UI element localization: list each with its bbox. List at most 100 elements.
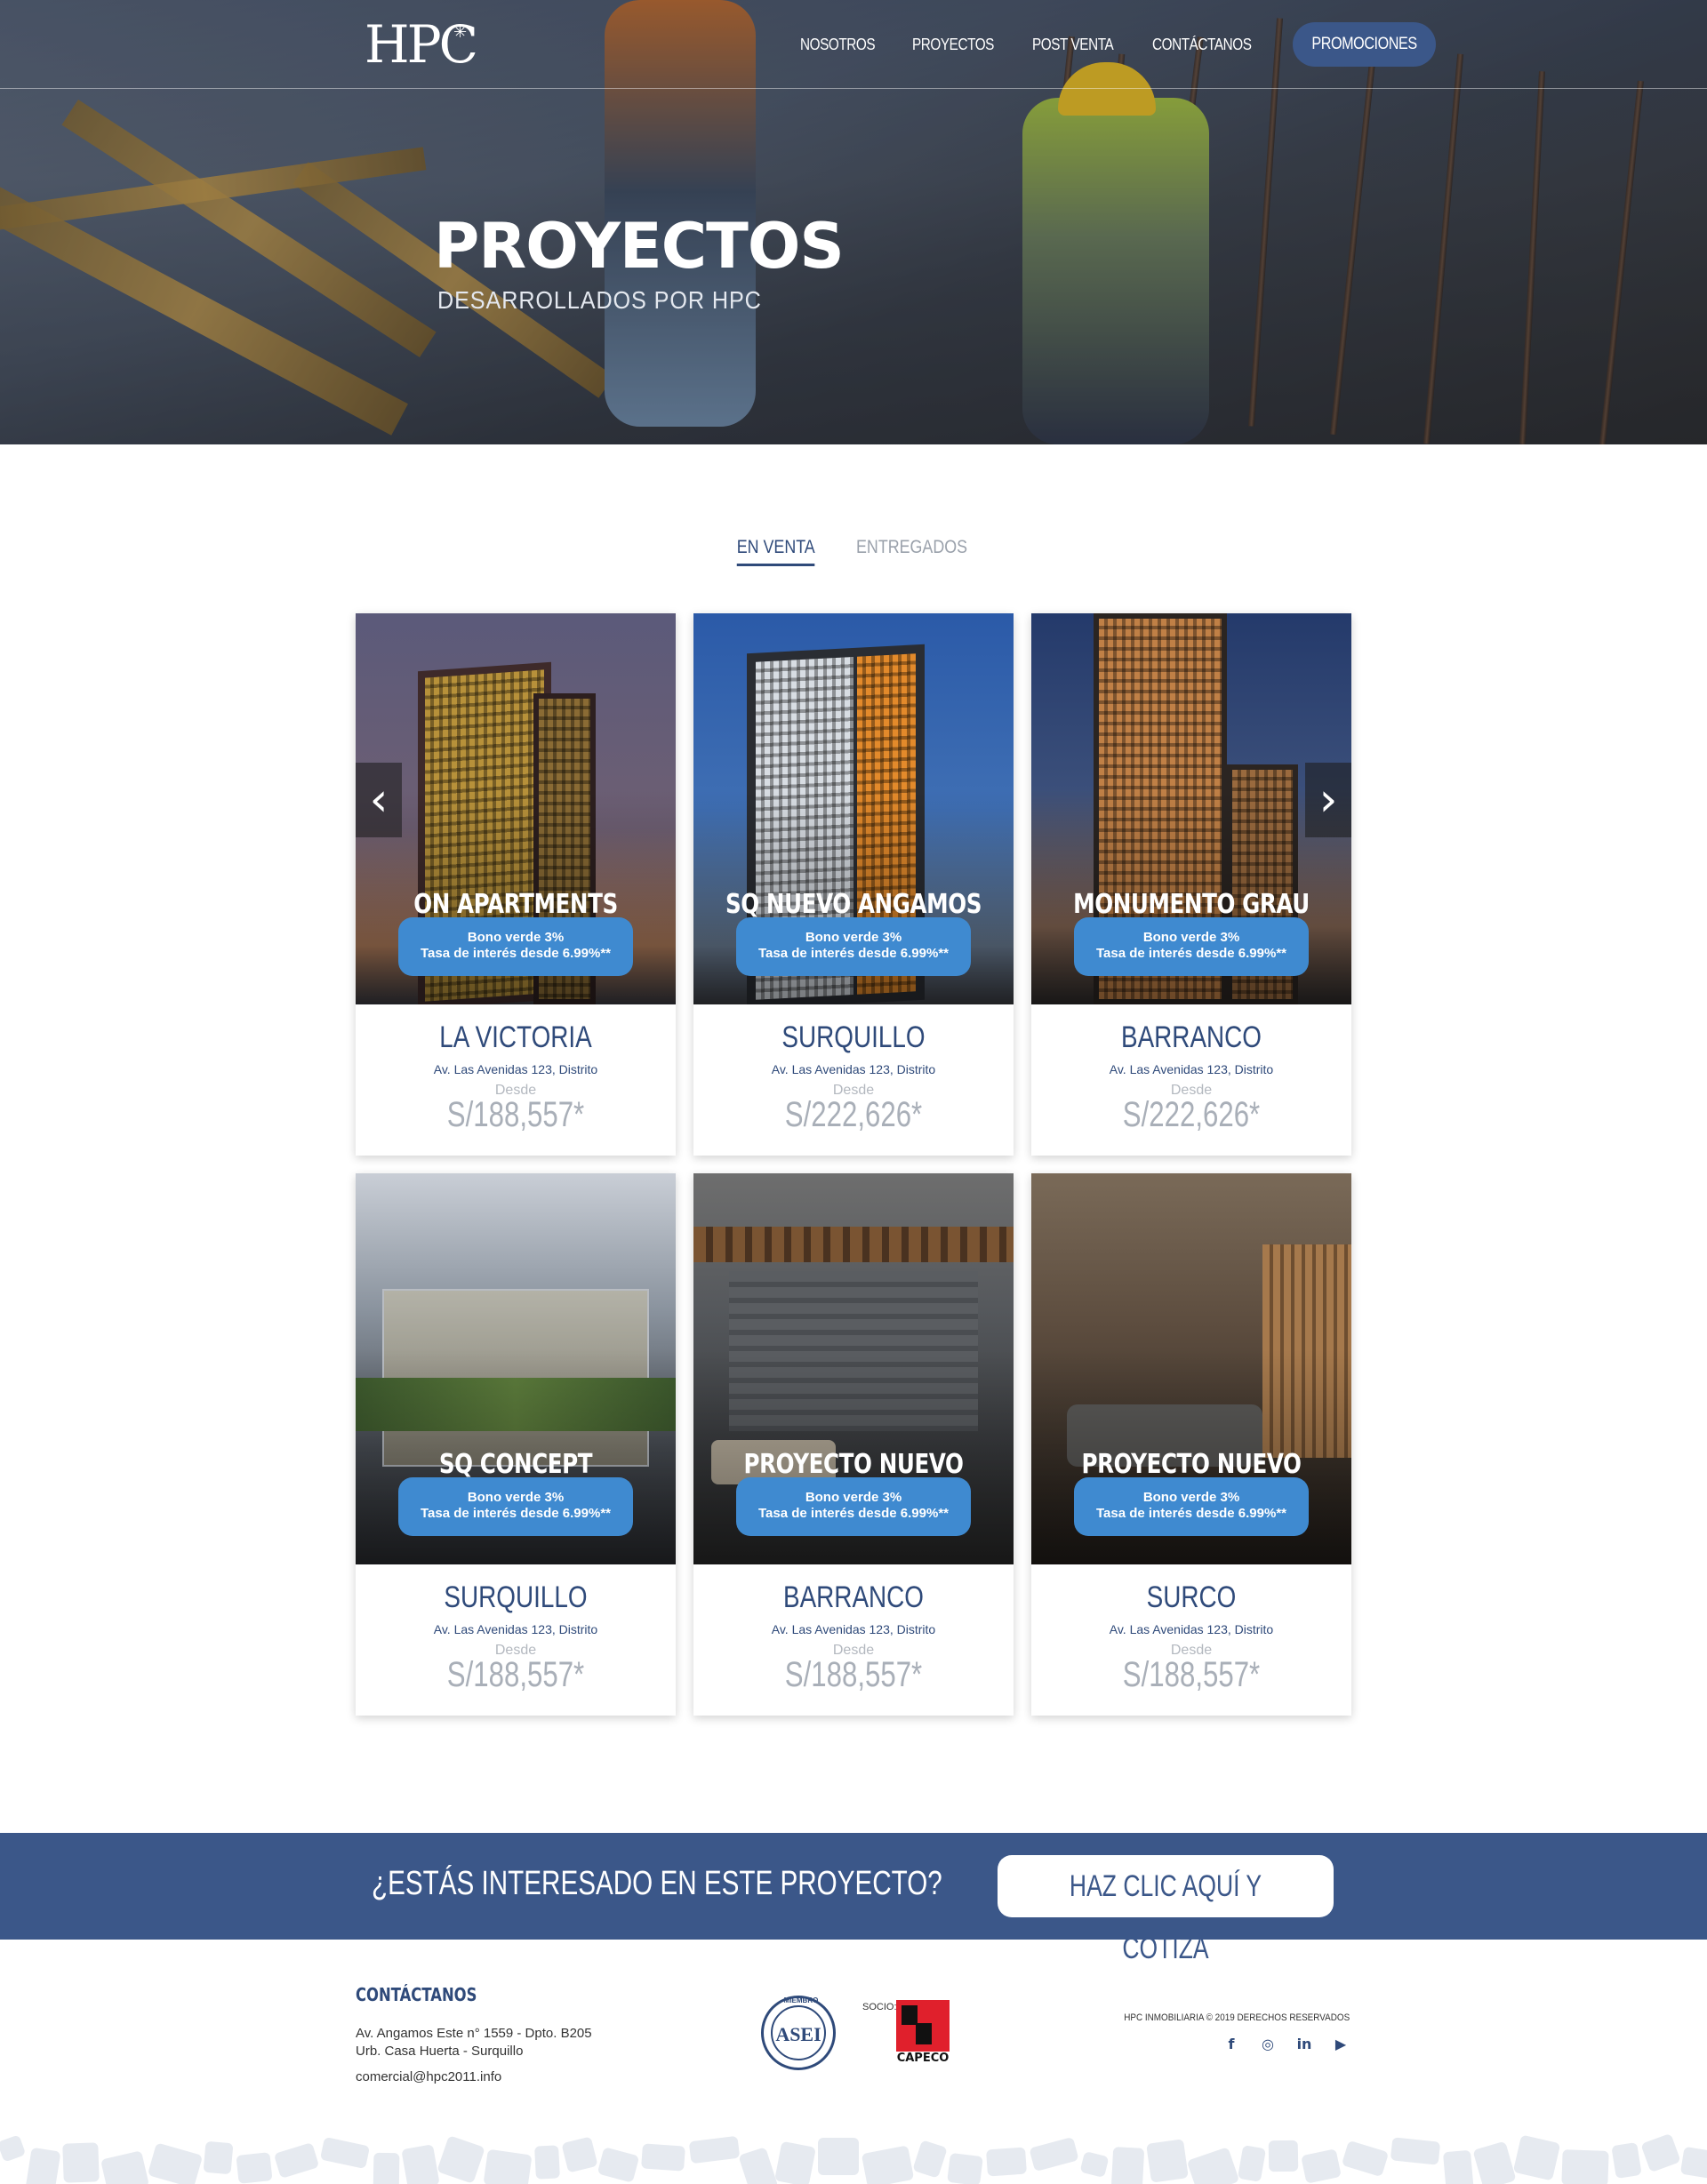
pattern-stone: [1561, 2149, 1609, 2184]
copyright-text: HPC INMOBILIARIA © 2019 DERECHOS RESERVA…: [1124, 2012, 1350, 2023]
pattern-stone: [947, 2152, 983, 2184]
project-name: SQ CONCEPT: [438, 1449, 593, 1480]
pattern-stone: [0, 2134, 27, 2163]
badge-line-2: Tasa de interés desde 6.99%**: [1096, 1506, 1286, 1521]
project-address: Av. Las Avenidas 123, Distrito: [1109, 1622, 1274, 1636]
pattern-stone: [1110, 2147, 1145, 2184]
badge-line-1: Bono verde 3%: [467, 1490, 565, 1505]
project-card[interactable]: ‹ ON APARTMENTS Bono verde 3% Tasa de in…: [356, 613, 676, 1156]
chevron-left-icon: ‹: [369, 773, 389, 827]
project-name: SQ NUEVO ANGAMOS: [725, 889, 982, 920]
nav-item-proyectos[interactable]: PROYECTOS: [912, 36, 994, 54]
footer-email-link[interactable]: comercial@hpc2011.info: [356, 2069, 501, 2084]
asei-ring-text: MIEMBRO: [783, 1996, 819, 2004]
promo-badge[interactable]: Bono verde 3% Tasa de interés desde 6.99…: [398, 1477, 633, 1536]
pattern-stone: [1640, 2132, 1681, 2173]
badge-line-1: Bono verde 3%: [805, 1490, 902, 1505]
project-district: BARRANCO: [782, 1580, 925, 1614]
promo-badge[interactable]: Bono verde 3% Tasa de interés desde 6.99…: [736, 1477, 971, 1536]
project-address: Av. Las Avenidas 123, Distrito: [1109, 1062, 1274, 1076]
badge-line-2: Tasa de interés desde 6.99%**: [421, 946, 611, 961]
instagram-icon[interactable]: ◎: [1259, 2036, 1277, 2053]
youtube-icon[interactable]: ▶: [1332, 2036, 1350, 2053]
project-price: S/222,626*: [1122, 1095, 1261, 1134]
pergola: [693, 1227, 1014, 1262]
pattern-stone: [1237, 2145, 1267, 2182]
asei-label: ASEI: [771, 2005, 826, 2060]
chevron-right-icon: ›: [1318, 773, 1338, 827]
project-price: S/222,626*: [784, 1095, 923, 1134]
pattern-stone: [561, 2136, 598, 2173]
asei-member-logo[interactable]: MIEMBRO ASEI: [761, 1996, 836, 2070]
pattern-stone: [1679, 2146, 1707, 2180]
pattern-stone: [401, 2144, 440, 2184]
pattern-stone: [688, 2135, 741, 2164]
tab-en-venta[interactable]: EN VENTA: [736, 537, 815, 566]
pattern-stone: [1301, 2148, 1342, 2184]
project-tabs: EN VENTA ENTREGADOS: [0, 537, 1707, 566]
pattern-stone: [236, 2152, 273, 2184]
footer-stone-pattern: [0, 2129, 1707, 2184]
socio-label: SOCIO:: [862, 2002, 897, 2012]
promo-badge[interactable]: Bono verde 3% Tasa de interés desde 6.99…: [1074, 917, 1309, 976]
address-line-1: Av. Angamos Este n° 1559 - Dpto. B205: [356, 2026, 592, 2041]
pattern-stone: [738, 2147, 779, 2184]
pattern-stone: [774, 2140, 816, 2184]
project-address: Av. Las Avenidas 123, Distrito: [433, 1622, 598, 1636]
pattern-stone: [641, 2143, 685, 2172]
top-navigation: HPC ✳ NOSOTROS PROYECTOS POST VENTA CONT…: [0, 0, 1707, 89]
quote-button[interactable]: HAZ CLIC AQUÍ Y COTIZA: [998, 1855, 1334, 1965]
pattern-stone: [203, 2140, 234, 2175]
badge-line-1: Bono verde 3%: [1142, 1490, 1240, 1505]
badge-line-2: Tasa de interés desde 6.99%**: [421, 1506, 611, 1521]
project-district: SURQUILLO: [444, 1580, 588, 1614]
capeco-logo[interactable]: CAPECO: [896, 2000, 950, 2066]
project-address: Av. Las Avenidas 123, Distrito: [771, 1622, 936, 1636]
pattern-stone: [861, 2145, 915, 2184]
promo-badge[interactable]: Bono verde 3% Tasa de interés desde 6.99…: [398, 917, 633, 976]
page-title: PROYECTOS: [434, 210, 845, 283]
nav-item-post-venta[interactable]: POST VENTA: [1032, 36, 1114, 54]
page-subtitle: DESARROLLADOS POR HPC: [437, 286, 762, 314]
badge-line-1: Bono verde 3%: [1142, 930, 1240, 945]
carousel-next-button[interactable]: ›: [1305, 763, 1351, 837]
linkedin-icon[interactable]: in: [1295, 2036, 1313, 2053]
hpc-logo[interactable]: HPC ✳: [365, 16, 478, 73]
project-card[interactable]: SQ NUEVO ANGAMOS Bono verde 3% Tasa de i…: [693, 613, 1014, 1156]
project-price: S/188,557*: [446, 1095, 585, 1134]
project-card[interactable]: PROYECTO NUEVO Bono verde 3% Tasa de int…: [693, 1173, 1014, 1716]
badge-line-1: Bono verde 3%: [805, 930, 902, 945]
badge-line-2: Tasa de interés desde 6.99%**: [1096, 946, 1286, 961]
project-card[interactable]: PROYECTO NUEVO Bono verde 3% Tasa de int…: [1031, 1173, 1351, 1716]
badge-line-1: Bono verde 3%: [467, 930, 565, 945]
carousel-prev-button[interactable]: ‹: [356, 763, 402, 837]
nav-item-contactanos[interactable]: CONTÁCTANOS: [1152, 36, 1252, 54]
project-district: SURCO: [1146, 1580, 1237, 1614]
pattern-stone: [147, 2142, 204, 2184]
project-card[interactable]: SQ CONCEPT Bono verde 3% Tasa de interés…: [356, 1173, 676, 1716]
pattern-stone: [1146, 2139, 1189, 2183]
pattern-stone: [534, 2145, 560, 2180]
pattern-stone: [1268, 2140, 1299, 2172]
cta-question: ¿ESTÁS INTERESADO EN ESTE PROYECTO?: [372, 1865, 942, 1902]
facebook-icon[interactable]: f: [1222, 2036, 1240, 2053]
project-district: BARRANCO: [1120, 1020, 1262, 1054]
promociones-button[interactable]: PROMOCIONES: [1292, 22, 1436, 67]
promo-badge[interactable]: Bono verde 3% Tasa de interés desde 6.99…: [1074, 1477, 1309, 1536]
pattern-stone: [373, 2152, 400, 2184]
pattern-stone: [912, 2140, 948, 2179]
project-name: PROYECTO NUEVO: [1081, 1449, 1302, 1480]
quote-cta-band: ¿ESTÁS INTERESADO EN ESTE PROYECTO? HAZ …: [0, 1833, 1707, 1965]
address-line-2: Urb. Casa Huerta - Surquillo: [356, 2044, 524, 2059]
project-address: Av. Las Avenidas 123, Distrito: [771, 1062, 936, 1076]
project-card[interactable]: › MONUMENTO GRAU Bono verde 3% Tasa de i…: [1031, 613, 1351, 1156]
nav-item-nosotros[interactable]: NOSOTROS: [800, 36, 876, 54]
pattern-stone: [597, 2147, 640, 2183]
pattern-stone: [1029, 2136, 1079, 2172]
promo-badge[interactable]: Bono verde 3% Tasa de interés desde 6.99…: [736, 917, 971, 976]
tab-entregados[interactable]: ENTREGADOS: [856, 537, 967, 566]
pattern-stone: [100, 2150, 150, 2184]
pattern-stone: [818, 2138, 859, 2175]
project-name: ON APARTMENTS: [413, 889, 618, 920]
pattern-stone: [1341, 2140, 1390, 2178]
